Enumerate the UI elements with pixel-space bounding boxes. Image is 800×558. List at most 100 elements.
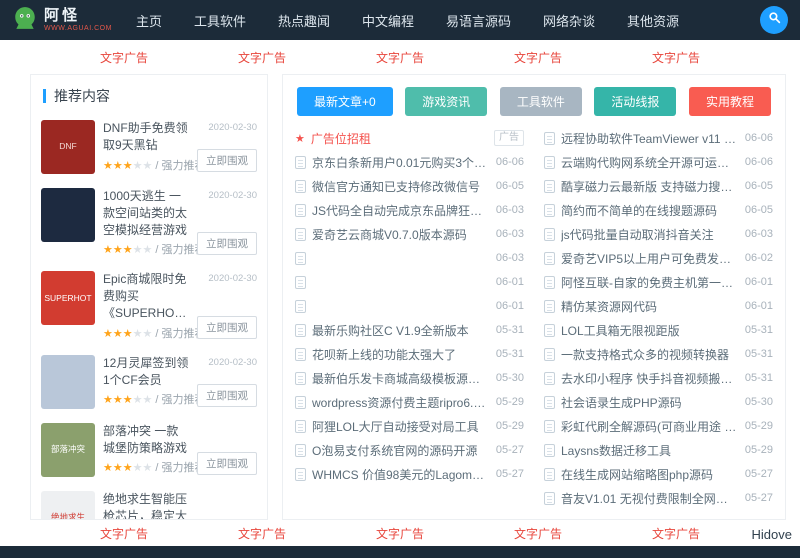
thumbnail[interactable]: 部落冲突 <box>41 423 95 477</box>
article-row[interactable]: 06-01 <box>295 294 524 318</box>
article-row[interactable]: 酷享磁力云最新版 支持磁力搜索下载和一 06-05 <box>544 174 773 198</box>
site-logo[interactable]: 阿怪 WWW.AGUAI.COM <box>12 5 112 36</box>
article-title[interactable]: 彩虹代刷全解源码(可商业用途 防黑) <box>561 418 739 435</box>
nav-item[interactable]: 主页 <box>136 11 162 30</box>
view-button[interactable]: 立即围观 <box>197 316 257 339</box>
article-row[interactable]: 爱奇艺云商城V0.7.0版本源码 06-03 <box>295 222 524 246</box>
text-ad-link[interactable]: 文字广告 <box>652 525 700 542</box>
recommended-item[interactable]: 12月灵犀签到领1个CF会员 ★★★★★ / 强力推荐 2020-02-30 立… <box>31 348 267 416</box>
nav-item[interactable]: 其他资源 <box>627 11 679 30</box>
article-row[interactable]: js代码批量自动取消抖音关注 06-03 <box>544 222 773 246</box>
thumbnail[interactable]: SUPERHOT <box>41 271 95 325</box>
article-row[interactable]: 社会语录生成PHP源码 05-30 <box>544 390 773 414</box>
article-row[interactable]: 爱奇艺VIP5以上用户可免费发爱奇艺VIP红包 06-02 <box>544 246 773 270</box>
article-title[interactable]: LOL工具箱无限视距版 <box>561 322 739 339</box>
view-button[interactable]: 立即围观 <box>197 452 257 475</box>
recommended-item[interactable]: DNF DNF助手免费领取9天黑钻 ★★★★★ / 强力推荐 2020-02-3… <box>31 113 267 181</box>
text-ad-link[interactable]: 文字广告 <box>376 525 424 542</box>
article-title[interactable]: 广告位招租 <box>311 130 371 147</box>
nav-item[interactable]: 热点趣闻 <box>278 11 330 30</box>
article-title[interactable]: 爱奇艺云商城V0.7.0版本源码 <box>312 226 490 243</box>
article-title[interactable]: 阿怪互联-自家的免费主机第一代正式上线 <box>561 274 739 291</box>
article-title[interactable]: 音友V1.01 无视付费限制全网音乐无损免 <box>561 490 739 507</box>
article-row[interactable]: 一款支持格式众多的视频转换器 05-31 <box>544 342 773 366</box>
text-ad-link[interactable]: 文字广告 <box>514 525 562 542</box>
article-title[interactable]: 在线生成网站缩略图php源码 <box>561 466 739 483</box>
article-row[interactable]: LOL工具箱无限视距版 05-31 <box>544 318 773 342</box>
article-row[interactable]: JS代码全自动完成京东品牌狂欢城活动任务 06-03 <box>295 198 524 222</box>
article-title[interactable]: 远程协助软件TeamViewer v11 单文件版 <box>561 130 739 147</box>
category-tab[interactable]: 活动线报 <box>594 87 676 116</box>
article-row[interactable]: 京东白条新用户0.01元购买3个月爱奇艺黄 06-06 <box>295 150 524 174</box>
article-row[interactable]: 最新伯乐发卡商城高级模板源码 双后门 05-30 <box>295 366 524 390</box>
article-row[interactable]: 音友V1.01 无视付费限制全网音乐无损免 05-27 <box>544 486 773 510</box>
article-row[interactable]: 06-01 <box>295 270 524 294</box>
nav-item[interactable]: 工具软件 <box>194 11 246 30</box>
item-title[interactable]: 12月灵犀签到领1个CF会员 <box>103 355 189 389</box>
text-ad-link[interactable]: 文字广告 <box>376 49 424 66</box>
article-row[interactable]: 最新乐购社区C V1.9全新版本 05-31 <box>295 318 524 342</box>
article-title[interactable]: js代码批量自动取消抖音关注 <box>561 226 739 243</box>
article-row[interactable]: 06-03 <box>295 246 524 270</box>
article-title[interactable]: 花呗新上线的功能太强大了 <box>312 346 490 363</box>
article-row[interactable]: 阿怪互联-自家的免费主机第一代正式上线 06-01 <box>544 270 773 294</box>
item-title[interactable]: 1000天逃生 一款空间站类的太空模拟经营游戏 <box>103 188 189 238</box>
article-row[interactable]: O泡易支付系统官网的源码开源 05-27 <box>295 438 524 462</box>
article-title[interactable]: 云端购代购网系统全开源可运营程序搭建 <box>561 154 739 171</box>
article-row[interactable]: wordpress资源付费主题ripro6.7含美化包 05-29 <box>295 390 524 414</box>
article-title[interactable]: 精仿某资源网代码 <box>561 298 739 315</box>
category-tab[interactable]: 最新文章+0 <box>297 87 393 116</box>
article-row[interactable]: 花呗新上线的功能太强大了 05-31 <box>295 342 524 366</box>
article-row[interactable]: 微信官方通知已支持修改微信号 06-05 <box>295 174 524 198</box>
text-ad-link[interactable]: 文字广告 <box>100 49 148 66</box>
article-row[interactable]: WHMCS 价值98美元的Lagom模板开源 05-27 <box>295 462 524 486</box>
text-ad-link[interactable]: 文字广告 <box>100 525 148 542</box>
article-row[interactable]: 阿狸LOL大厅自动接受对局工具 05-29 <box>295 414 524 438</box>
recommended-item[interactable]: SUPERHOT Epic商城限时免费购买《SUPERHOT》游戏 ★★★★★ … <box>31 264 267 347</box>
article-title[interactable]: 阿狸LOL大厅自动接受对局工具 <box>312 418 490 435</box>
view-button[interactable]: 立即围观 <box>197 232 257 255</box>
article-title[interactable]: Laysns数据迁移工具 <box>561 442 739 459</box>
article-title[interactable]: wordpress资源付费主题ripro6.7含美化包 <box>312 394 490 411</box>
item-title[interactable]: 部落冲突 一款城堡防策略游戏 <box>103 423 189 457</box>
nav-item[interactable]: 中文编程 <box>362 11 414 30</box>
article-title[interactable]: JS代码全自动完成京东品牌狂欢城活动任务 <box>312 202 490 219</box>
item-title[interactable]: 绝地求生智能压枪芯片，稳定大号使用，永久免费 <box>103 491 189 520</box>
article-title[interactable]: 酷享磁力云最新版 支持磁力搜索下载和一 <box>561 178 739 195</box>
thumbnail[interactable] <box>41 355 95 409</box>
article-title[interactable]: 社会语录生成PHP源码 <box>561 394 739 411</box>
nav-item[interactable]: 网络杂谈 <box>543 11 595 30</box>
article-row[interactable]: 在线生成网站缩略图php源码 05-27 <box>544 462 773 486</box>
article-row[interactable]: 彩虹代刷全解源码(可商业用途 防黑) 05-29 <box>544 414 773 438</box>
article-row[interactable]: 云端购代购网系统全开源可运营程序搭建 06-06 <box>544 150 773 174</box>
thumbnail[interactable]: 绝地求生 <box>41 491 95 520</box>
view-button[interactable]: 立即围观 <box>197 149 257 172</box>
item-title[interactable]: Epic商城限时免费购买《SUPERHOT》游戏 <box>103 271 189 321</box>
category-tab[interactable]: 游戏资讯 <box>405 87 487 116</box>
article-title[interactable]: WHMCS 价值98美元的Lagom模板开源 <box>312 466 490 483</box>
category-tab[interactable]: 实用教程 <box>689 87 771 116</box>
article-title[interactable]: 最新乐购社区C V1.9全新版本 <box>312 322 490 339</box>
thumbnail[interactable]: DNF <box>41 120 95 174</box>
recommended-item[interactable]: 绝地求生 绝地求生智能压枪芯片，稳定大号使用，永久免费 ★★★★★ / 强力推荐… <box>31 484 267 520</box>
text-ad-link[interactable]: 文字广告 <box>238 49 286 66</box>
article-row[interactable]: ★ 广告位招租 广告 <box>295 126 524 150</box>
article-title[interactable]: O泡易支付系统官网的源码开源 <box>312 442 490 459</box>
thumbnail[interactable] <box>41 188 95 242</box>
article-row[interactable]: 简约而不简单的在线搜题源码 06-05 <box>544 198 773 222</box>
text-ad-link[interactable]: 文字广告 <box>652 49 700 66</box>
recommended-item[interactable]: 部落冲突 部落冲突 一款城堡防策略游戏 ★★★★★ / 强力推荐 立即围观 <box>31 416 267 484</box>
text-ad-link[interactable]: 文字广告 <box>238 525 286 542</box>
article-title[interactable]: 最新伯乐发卡商城高级模板源码 双后门 <box>312 370 490 387</box>
article-title[interactable]: 简约而不简单的在线搜题源码 <box>561 202 739 219</box>
text-ad-link[interactable]: 文字广告 <box>514 49 562 66</box>
view-button[interactable]: 立即围观 <box>197 384 257 407</box>
search-button[interactable] <box>760 6 788 34</box>
article-row[interactable]: Laysns数据迁移工具 05-29 <box>544 438 773 462</box>
article-title[interactable]: 微信官方通知已支持修改微信号 <box>312 178 490 195</box>
recommended-item[interactable]: 1000天逃生 一款空间站类的太空模拟经营游戏 ★★★★★ / 强力推荐 202… <box>31 181 267 264</box>
article-row[interactable]: 远程协助软件TeamViewer v11 单文件版 06-06 <box>544 126 773 150</box>
category-tab[interactable]: 工具软件 <box>500 87 582 116</box>
nav-item[interactable]: 易语言源码 <box>446 11 511 30</box>
article-row[interactable]: 精仿某资源网代码 06-01 <box>544 294 773 318</box>
